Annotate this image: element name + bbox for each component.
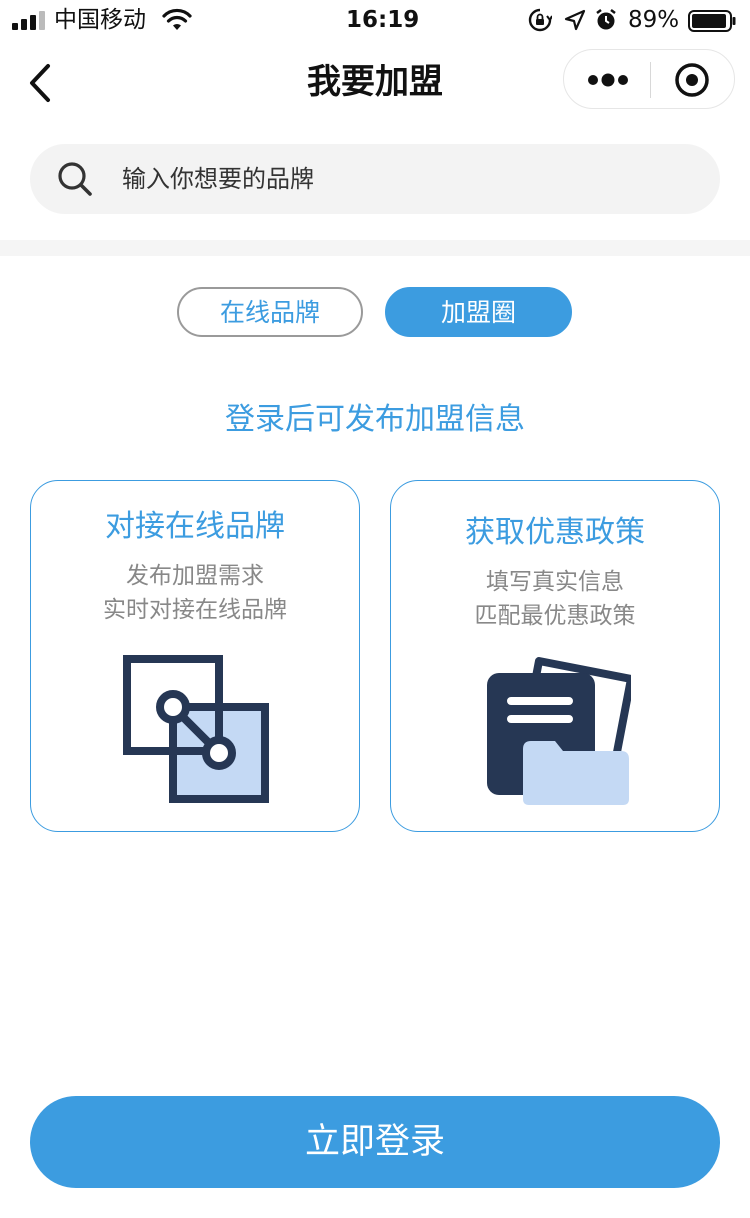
card-description: 发布加盟需求 实时对接在线品牌 bbox=[31, 559, 359, 627]
search-icon bbox=[58, 162, 92, 196]
status-bar: 中国移动 16:19 89% bbox=[0, 0, 750, 40]
clock: 16:19 bbox=[346, 7, 420, 33]
location-icon bbox=[564, 9, 586, 31]
battery-icon bbox=[688, 10, 736, 32]
signal-icon bbox=[12, 11, 45, 30]
card-description: 填写真实信息 匹配最优惠政策 bbox=[391, 565, 719, 633]
orientation-lock-icon bbox=[528, 8, 552, 32]
target-close-icon[interactable] bbox=[674, 62, 710, 98]
card-desc-line: 填写真实信息 bbox=[486, 569, 624, 595]
card-get-policy[interactable]: 获取优惠政策 填写真实信息 匹配最优惠政策 bbox=[390, 480, 720, 832]
card-desc-line: 发布加盟需求 bbox=[126, 563, 264, 589]
page: 中国移动 16:19 89% 我要加盟 输入你想要的品牌 在线品牌 加盟圈 登录… bbox=[0, 0, 750, 1218]
login-hint: 登录后可发布加盟信息 bbox=[225, 402, 525, 437]
carrier-label: 中国移动 bbox=[54, 7, 146, 33]
nav-bar: 我要加盟 bbox=[0, 40, 750, 124]
card-desc-line: 匹配最优惠政策 bbox=[474, 603, 636, 629]
card-connect-brands[interactable]: 对接在线品牌 发布加盟需求 实时对接在线品牌 bbox=[30, 480, 360, 832]
capsule-divider bbox=[650, 62, 651, 98]
search-placeholder: 输入你想要的品牌 bbox=[122, 165, 314, 193]
alarm-icon bbox=[596, 9, 616, 30]
more-dots-icon[interactable] bbox=[584, 66, 632, 94]
connect-squares-icon bbox=[123, 655, 269, 803]
search-input[interactable]: 输入你想要的品牌 bbox=[30, 144, 720, 214]
card-title: 对接在线品牌 bbox=[105, 509, 285, 544]
card-desc-line: 实时对接在线品牌 bbox=[103, 597, 287, 623]
card-title: 获取优惠政策 bbox=[465, 515, 645, 550]
wifi-icon bbox=[162, 8, 192, 30]
battery-percent: 89% bbox=[628, 7, 680, 33]
tab-franchise-circle[interactable]: 加盟圈 bbox=[385, 287, 572, 337]
document-folder-icon bbox=[487, 657, 631, 805]
mini-program-capsule bbox=[563, 49, 735, 109]
section-divider bbox=[0, 240, 750, 256]
login-button[interactable]: 立即登录 bbox=[30, 1096, 720, 1188]
tab-online-brands[interactable]: 在线品牌 bbox=[177, 287, 363, 337]
